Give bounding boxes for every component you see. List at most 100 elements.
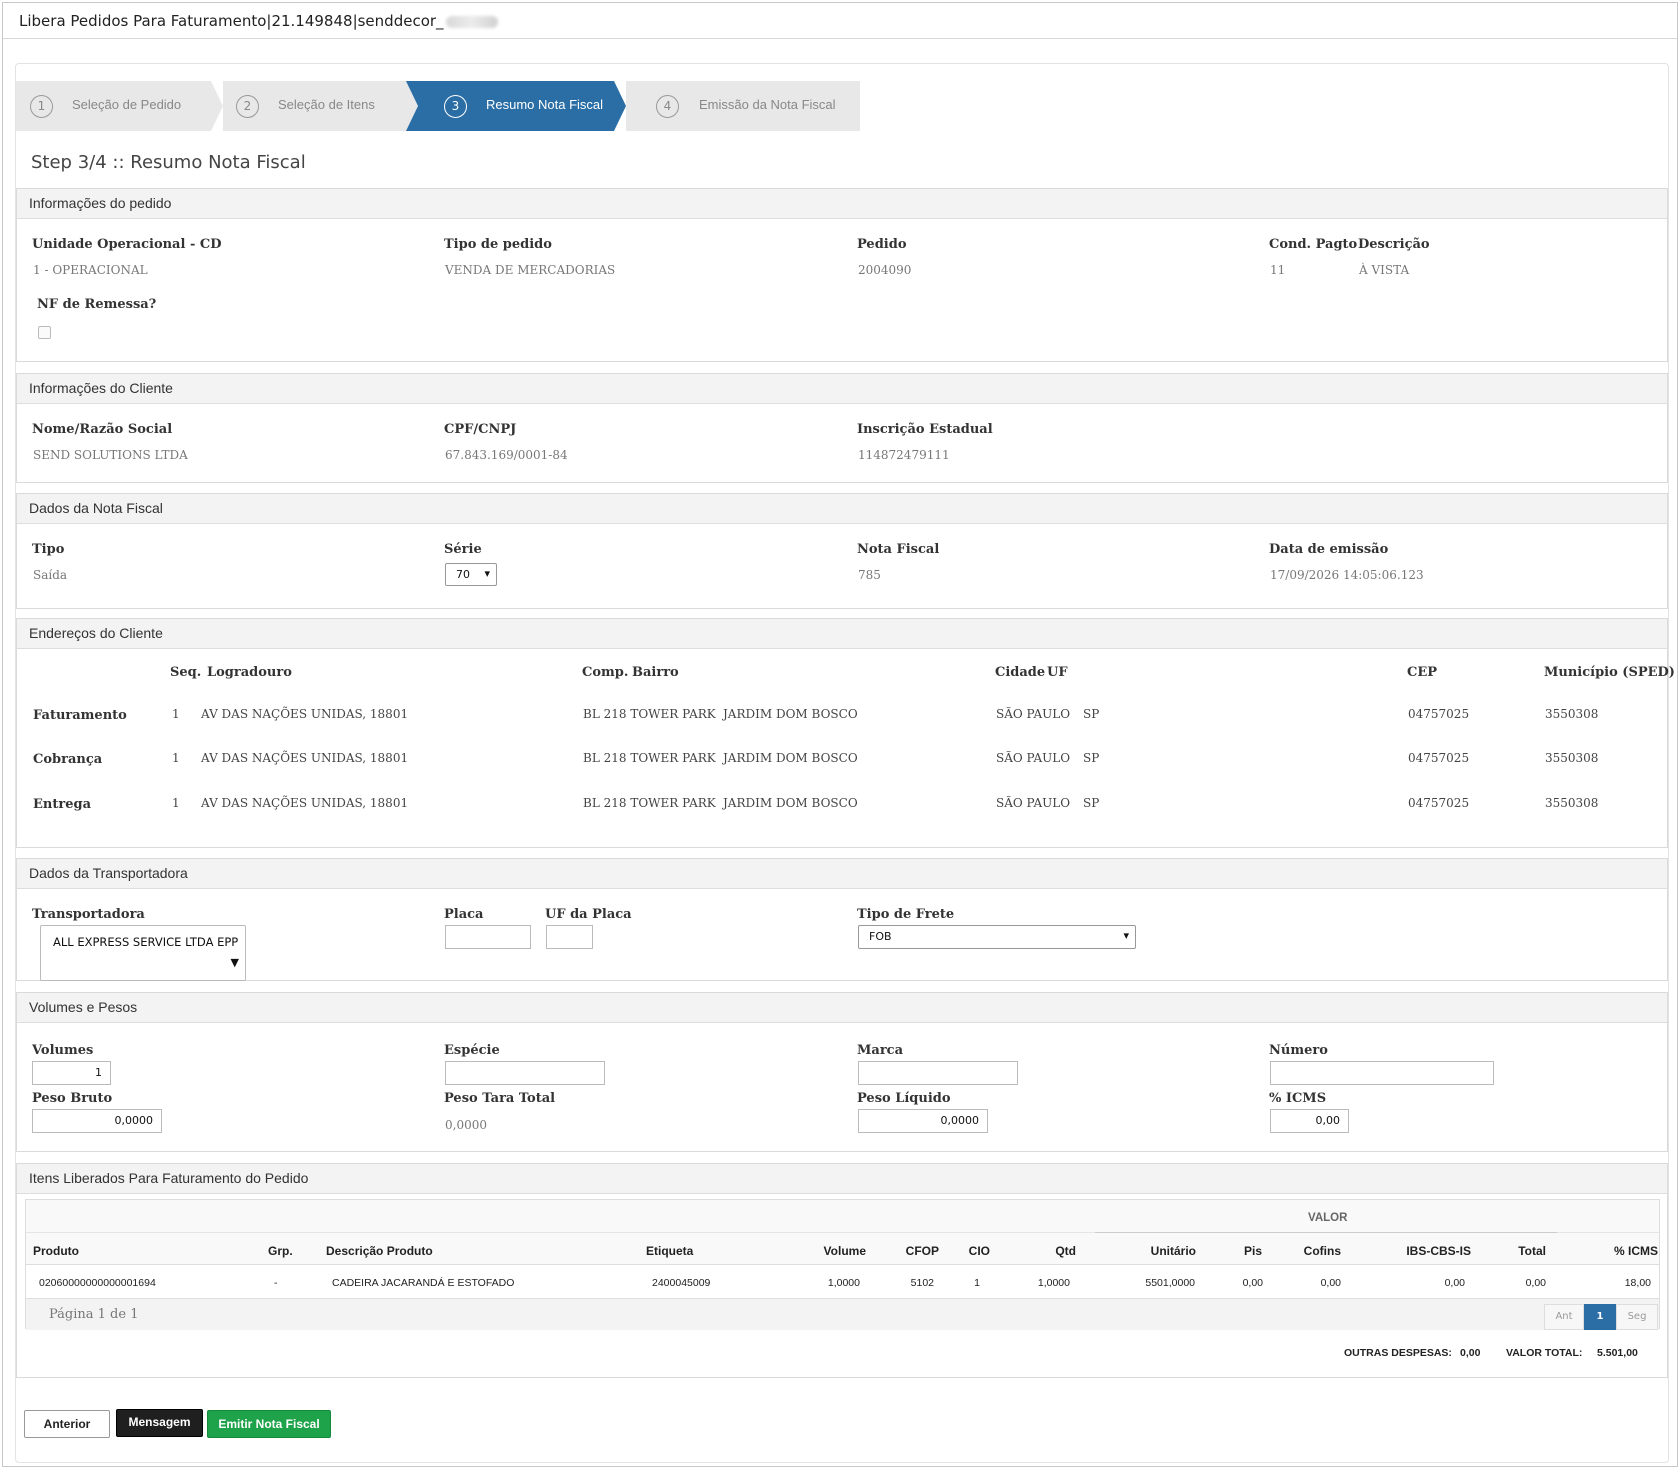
nome-label: Nome/Razão Social — [32, 422, 173, 437]
emitir-nota-button[interactable]: Emitir Nota Fiscal — [207, 1410, 331, 1438]
address-municipio: 3550308 — [1545, 707, 1599, 721]
serie-select[interactable]: 70 ▾ — [445, 563, 497, 586]
col-cep: CEP — [1407, 665, 1438, 680]
mensagem-button[interactable]: Mensagem — [116, 1409, 203, 1437]
panel-header: Informações do Cliente — [17, 374, 1667, 404]
col-cio[interactable]: CIO — [946, 1244, 990, 1258]
cpf-value: 67.843.169/0001-84 — [445, 448, 568, 462]
address-logradouro: AV DAS NAÇÕES UNIDAS, 18801 — [201, 796, 409, 810]
address-uf: SP — [1083, 796, 1100, 810]
tipo-value: Saída — [33, 568, 68, 582]
address-comp: BL 218 TOWER PARK — [583, 707, 716, 721]
anterior-button[interactable]: Anterior — [24, 1410, 110, 1438]
col-icms[interactable]: % ICMS — [1566, 1244, 1658, 1258]
col-comp: Comp. — [582, 665, 629, 680]
wizard-step-1[interactable]: 1 Seleção de Pedido — [16, 81, 211, 131]
uf-placa-input[interactable] — [546, 925, 593, 949]
marca-input[interactable] — [858, 1061, 1018, 1085]
wizard-step-4[interactable]: 4 Emissão da Nota Fiscal — [626, 81, 860, 131]
pagination-bar: Página 1 de 1 Ant 1 Seg — [26, 1298, 1659, 1330]
cell-ibs: 0,00 — [1444, 1277, 1465, 1289]
panel-enderecos: Endereços do Cliente Seq. Logradouro Com… — [16, 618, 1675, 848]
numero-label: Número — [1269, 1043, 1328, 1058]
address-seq: 1 — [172, 707, 180, 721]
nf-remessa-label: NF de Remessa? — [37, 297, 157, 312]
panel-header: Endereços do Cliente — [17, 619, 1667, 649]
address-comp: BL 218 TOWER PARK — [583, 796, 716, 810]
redacted-mask — [445, 15, 498, 28]
cell-descricao: CADEIRA JACARANDÁ E ESTOFADO — [332, 1277, 515, 1289]
nf-remessa-checkbox[interactable] — [38, 326, 51, 339]
address-type: Faturamento — [33, 708, 127, 723]
panel-header: Volumes e Pesos — [17, 993, 1667, 1023]
col-cidade: Cidade — [995, 665, 1046, 680]
cell-qtd: 1,0000 — [1037, 1277, 1070, 1289]
panel-pedido: Informações do pedido Unidade Operaciona… — [16, 188, 1668, 362]
peso-liquido-label: Peso Líquido — [857, 1091, 951, 1106]
pagination-prev[interactable]: Ant — [1544, 1304, 1584, 1330]
pagination-current[interactable]: 1 — [1584, 1304, 1616, 1330]
col-unitario[interactable]: Unitário — [1106, 1244, 1196, 1258]
volumes-input[interactable]: 1 — [32, 1061, 111, 1085]
descricao-label: Descrição — [1358, 237, 1430, 252]
col-cfop[interactable]: CFOP — [886, 1244, 939, 1258]
col-uf: UF — [1047, 665, 1068, 680]
icms-input[interactable]: 0,00 — [1270, 1109, 1349, 1133]
address-logradouro: AV DAS NAÇÕES UNIDAS, 18801 — [201, 751, 409, 765]
col-grp[interactable]: Grp. — [268, 1244, 293, 1258]
itens-table: VALOR Produto Grp. Descrição Produto Eti… — [25, 1199, 1660, 1330]
col-pis[interactable]: Pis — [1226, 1244, 1262, 1258]
step-arrow — [614, 81, 626, 131]
tipo-pedido-label: Tipo de pedido — [444, 237, 552, 252]
pagination-info: Página 1 de 1 — [49, 1307, 139, 1322]
col-produto[interactable]: Produto — [33, 1244, 79, 1258]
col-total[interactable]: Total — [1486, 1244, 1546, 1258]
window: Libera Pedidos Para Faturamento|21.14984… — [2, 2, 1678, 1467]
peso-liquido-input[interactable]: 0,0000 — [858, 1109, 988, 1133]
address-bairro: JARDIM DOM BOSCO — [723, 707, 858, 721]
peso-tara-value: 0,0000 — [445, 1118, 487, 1132]
address-cep: 04757025 — [1408, 707, 1470, 721]
transportadora-label: Transportadora — [32, 907, 145, 922]
col-bairro: Bairro — [632, 665, 679, 680]
address-seq: 1 — [172, 751, 180, 765]
descricao-value: À VISTA — [1359, 263, 1410, 277]
cell-unitario: 5501,0000 — [1145, 1277, 1195, 1289]
col-ibs[interactable]: IBS-CBS-IS — [1356, 1244, 1471, 1258]
cell-pis: 0,00 — [1242, 1277, 1263, 1289]
address-uf: SP — [1083, 707, 1100, 721]
peso-bruto-input[interactable]: 0,0000 — [32, 1109, 162, 1133]
outras-despesas-value: 0,00 — [1460, 1347, 1481, 1359]
especie-input[interactable] — [445, 1061, 605, 1085]
step-label: Seleção de Itens — [278, 97, 375, 112]
col-seq: Seq. — [170, 665, 202, 680]
cell-icms: 18,00 — [1624, 1277, 1651, 1289]
icms-label: % ICMS — [1269, 1091, 1327, 1106]
especie-label: Espécie — [444, 1043, 500, 1058]
tipo-frete-select[interactable]: FOB ▾ — [858, 925, 1136, 949]
serie-value: 70 — [456, 568, 470, 581]
col-volume[interactable]: Volume — [786, 1244, 866, 1258]
tipo-label: Tipo — [32, 542, 65, 557]
panel-volumes: Volumes e Pesos Volumes 1 Espécie Marca … — [16, 992, 1668, 1152]
transportadora-select[interactable]: ALL EXPRESS SERVICE LTDA EPP ▼ — [40, 925, 246, 981]
tipo-frete-value: FOB — [869, 930, 892, 943]
address-seq: 1 — [172, 796, 180, 810]
step-label: Resumo Nota Fiscal — [486, 97, 604, 112]
col-descricao[interactable]: Descrição Produto — [326, 1244, 433, 1258]
panel-header: Itens Liberados Para Faturamento do Pedi… — [17, 1164, 1667, 1194]
col-etiqueta[interactable]: Etiqueta — [646, 1244, 693, 1258]
placa-input[interactable] — [445, 925, 531, 949]
nf-value: 785 — [858, 568, 881, 582]
unidade-value: 1 - OPERACIONAL — [33, 263, 148, 277]
col-cofins[interactable]: Cofins — [1276, 1244, 1341, 1258]
wizard-step-3[interactable]: 3 Resumo Nota Fiscal — [406, 81, 614, 131]
step-number: 1 — [30, 95, 53, 118]
pedido-label: Pedido — [857, 237, 907, 252]
cell-cfop: 5102 — [910, 1277, 934, 1289]
wizard-step-2[interactable]: 2 Seleção de Itens — [223, 81, 406, 131]
cell-total: 0,00 — [1525, 1277, 1546, 1289]
col-qtd[interactable]: Qtd — [1016, 1244, 1076, 1258]
pagination-next[interactable]: Seg — [1616, 1304, 1658, 1330]
numero-input[interactable] — [1270, 1061, 1494, 1085]
